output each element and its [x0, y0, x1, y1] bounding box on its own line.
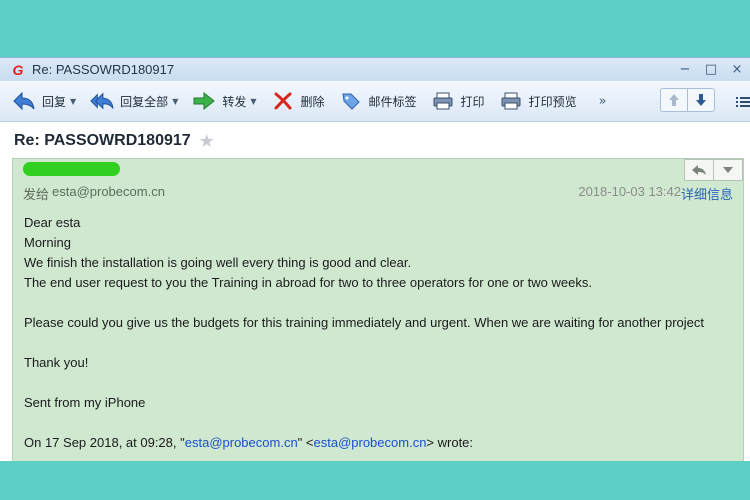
- email-link[interactable]: esta@probecom.cn: [185, 435, 298, 450]
- star-icon[interactable]: ★: [199, 131, 215, 152]
- maximize-button[interactable]: □: [698, 60, 724, 80]
- body-line: Please could you give us the budgets for…: [24, 315, 704, 330]
- app-logo: G: [12, 61, 24, 78]
- subject-row: Re: PASSOWRD180917 ★: [0, 122, 750, 160]
- redacted-sender: [23, 162, 120, 176]
- tag-icon: [339, 90, 363, 112]
- delete-label: 删除: [300, 94, 325, 109]
- email-subject: Re: PASSOWRD180917: [14, 132, 191, 149]
- forward-button[interactable]: 转发 ▼: [192, 87, 257, 115]
- forward-icon: [192, 90, 216, 112]
- recipient-row: 发给 esta@probecom.cn 2018-10-03 13:42 详细信…: [13, 181, 743, 203]
- delete-icon: [271, 90, 295, 112]
- body-line: We finish the installation is going well…: [24, 255, 412, 270]
- arrow-down-icon: [696, 94, 706, 106]
- chevron-down-icon[interactable]: ▼: [70, 97, 76, 106]
- reply-all-label: 回复全部: [120, 94, 169, 109]
- reply-button[interactable]: 回复 ▼: [12, 87, 76, 115]
- message-date: 2018-10-03 13:42: [578, 184, 681, 199]
- quote-suffix: > wrote:: [426, 435, 474, 450]
- body-line: The end user request to you the Training…: [24, 275, 592, 290]
- message-nav: [660, 88, 715, 112]
- reply-icon: [12, 90, 36, 112]
- reply-icon: [692, 165, 706, 175]
- reply-all-button[interactable]: 回复全部 ▼: [90, 87, 178, 115]
- quick-reply-button[interactable]: [685, 160, 713, 180]
- title-bar: G Re: PASSOWRD180917 − □ ×: [0, 58, 750, 81]
- print-label: 打印: [460, 94, 485, 109]
- reply-all-icon: [90, 90, 114, 112]
- mail-tag-label: 邮件标签: [368, 94, 417, 109]
- close-button[interactable]: ×: [724, 60, 750, 80]
- mail-window: G Re: PASSOWRD180917 − □ × 回复 ▼ 回复全部 ▼ 转…: [0, 57, 750, 461]
- window-controls: − □ ×: [672, 58, 750, 81]
- to-label: 发给: [23, 187, 50, 202]
- message-body: Dear esta Morning We finish the installa…: [13, 203, 743, 453]
- printer-icon: [431, 90, 455, 112]
- menu-icon[interactable]: [736, 93, 750, 112]
- chevron-down-icon[interactable]: ▼: [250, 97, 256, 106]
- print-preview-label: 打印预览: [528, 94, 577, 109]
- reply-label: 回复: [42, 94, 67, 109]
- print-preview-icon: [499, 90, 523, 112]
- more-actions-button[interactable]: [713, 160, 742, 180]
- print-button[interactable]: 打印: [431, 87, 485, 115]
- quote-header: On 17 Sep 2018, at 09:28, "esta@probecom…: [24, 433, 743, 453]
- quote-mid: " <: [297, 435, 314, 450]
- message-pane: 发给 esta@probecom.cn 2018-10-03 13:42 详细信…: [12, 158, 744, 461]
- sender-row: [13, 159, 743, 181]
- window-title: Re: PASSOWRD180917: [32, 62, 175, 77]
- body-line: Sent from my iPhone: [24, 395, 146, 410]
- quick-actions: [684, 159, 743, 181]
- email-link[interactable]: esta@probecom.cn: [314, 435, 427, 450]
- chevron-down-icon[interactable]: ▼: [172, 97, 178, 106]
- chevron-down-icon: [723, 167, 733, 173]
- forward-label: 转发: [222, 94, 247, 109]
- next-message-button[interactable]: [687, 89, 714, 111]
- arrow-up-icon: [669, 94, 679, 106]
- recipient-address: esta@probecom.cn: [52, 184, 165, 199]
- print-preview-button[interactable]: 打印预览: [499, 87, 577, 115]
- body-line: Morning: [24, 235, 71, 250]
- previous-message-button[interactable]: [661, 89, 687, 111]
- mail-tag-button[interactable]: 邮件标签: [339, 87, 417, 115]
- body-line: Thank you!: [24, 355, 89, 370]
- more-tools-button[interactable]: »: [599, 94, 607, 109]
- delete-button[interactable]: 删除: [271, 87, 325, 115]
- body-line: Dear esta: [24, 215, 81, 230]
- minimize-button[interactable]: −: [672, 60, 698, 80]
- details-link[interactable]: 详细信息: [681, 184, 733, 203]
- toolbar: 回复 ▼ 回复全部 ▼ 转发 ▼ 删除 邮件标签 打印 打印预览 »: [0, 81, 750, 122]
- quote-prefix: On 17 Sep 2018, at 09:28, ": [24, 435, 185, 450]
